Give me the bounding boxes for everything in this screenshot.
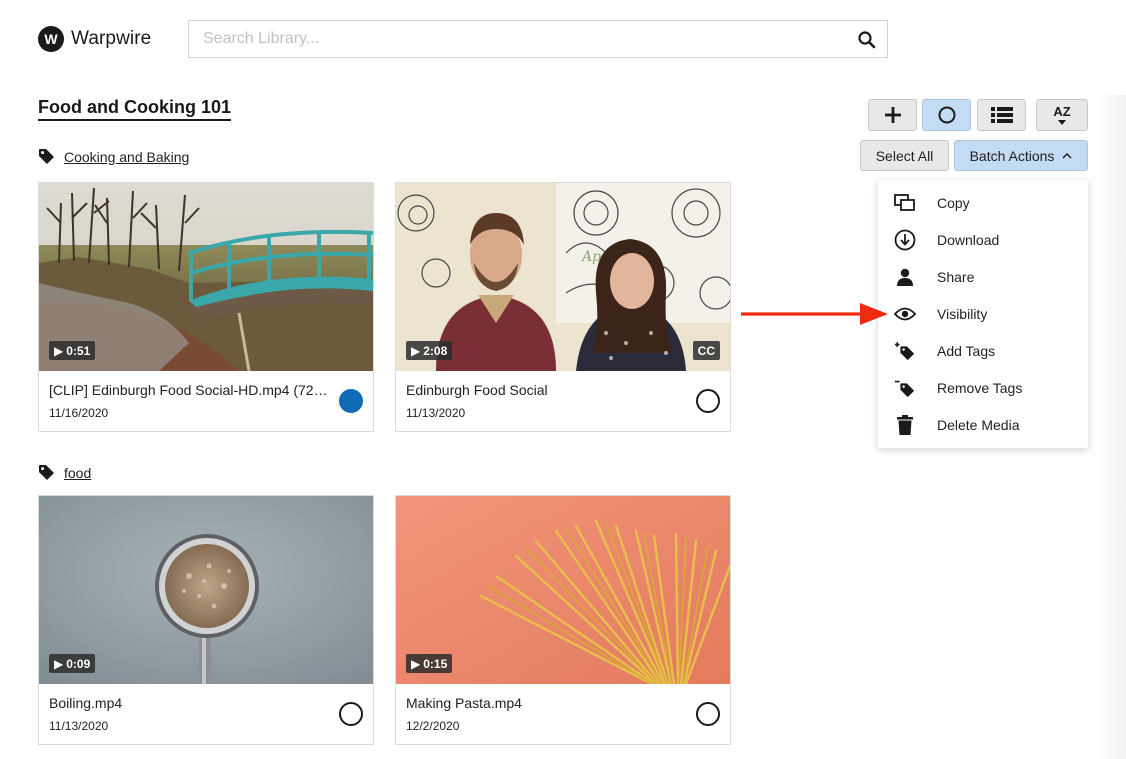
duration-text: 0:09 (66, 656, 91, 671)
closed-captions-badge: CC (692, 341, 720, 360)
media-date: 11/13/2020 (406, 406, 466, 420)
sort-button[interactable]: AZ (1036, 99, 1088, 131)
media-date: 12/2/2020 (406, 719, 460, 733)
tag-link[interactable]: food (64, 465, 91, 481)
eye-icon (894, 303, 916, 325)
select-checkbox[interactable] (339, 389, 363, 413)
video-thumbnail[interactable]: ▶ 0:51 (39, 183, 373, 371)
select-mode-button[interactable] (922, 99, 971, 131)
duration-text: 2:08 (423, 343, 448, 358)
annotation-arrow-icon (741, 303, 888, 325)
play-icon: ▶ (54, 656, 64, 671)
media-card[interactable]: ▶ 0:15 Making Pasta.mp4 12/2/2020 (395, 495, 731, 745)
play-icon: ▶ (54, 343, 64, 358)
menu-item-label: Delete Media (937, 416, 1020, 433)
menu-item-label: Download (937, 231, 1000, 248)
menu-item-share[interactable]: Share (878, 258, 1088, 295)
app-logo[interactable]: W Warpwire (38, 26, 151, 52)
batch-actions-menu: Copy Download Share Visibility Add Tags … (878, 180, 1088, 448)
select-checkbox[interactable] (339, 702, 363, 726)
play-icon: ▶ (411, 343, 421, 358)
remove-tag-icon (894, 377, 916, 399)
warpwire-logo-icon: W (38, 26, 64, 52)
menu-item-remove-tags[interactable]: Remove Tags (878, 369, 1088, 406)
duration-badge: ▶ 0:51 (49, 341, 96, 360)
select-checkbox[interactable] (696, 389, 720, 413)
duration-badge: ▶ 2:08 (406, 341, 453, 360)
video-thumbnail[interactable]: ▶ 0:15 (396, 496, 730, 684)
duration-text: 0:51 (66, 343, 91, 358)
menu-item-label: Add Tags (937, 342, 996, 359)
menu-item-delete-media[interactable]: Delete Media (878, 406, 1088, 443)
tag-icon (39, 149, 54, 164)
scroll-edge-shade (1098, 95, 1126, 759)
media-date: 11/16/2020 (49, 406, 109, 420)
media-card[interactable]: April ▶ 2:08 CC Edinburgh Food Social 11/… (395, 182, 731, 432)
media-title[interactable]: [CLIP] Edinburgh Food Social-HD.mp4 (720… (49, 382, 331, 398)
chevron-up-icon (1062, 153, 1072, 159)
menu-item-visibility[interactable]: Visibility (878, 295, 1088, 332)
menu-item-label: Visibility (937, 305, 988, 322)
person-icon (894, 266, 916, 288)
select-checkbox[interactable] (696, 702, 720, 726)
download-icon (894, 229, 916, 251)
plus-icon (884, 107, 901, 123)
menu-item-label: Share (937, 268, 975, 285)
menu-item-label: Copy (937, 194, 970, 211)
menu-item-download[interactable]: Download (878, 221, 1088, 258)
duration-text: 0:15 (423, 656, 448, 671)
media-title[interactable]: Boiling.mp4 (49, 695, 331, 711)
tag-header-cooking-and-baking: Cooking and Baking (38, 148, 189, 165)
add-media-button[interactable] (868, 99, 917, 131)
select-all-button[interactable]: Select All (860, 140, 949, 171)
list-view-button[interactable] (977, 99, 1026, 131)
menu-item-copy[interactable]: Copy (878, 184, 1088, 221)
media-card[interactable]: ▶ 0:51 [CLIP] Edinburgh Food Social-HD.mp… (38, 182, 374, 432)
search-input[interactable] (201, 21, 841, 57)
search-bar (188, 20, 888, 58)
circle-select-icon (938, 106, 955, 124)
list-view-icon (990, 107, 1013, 123)
search-icon[interactable] (857, 30, 877, 50)
app-name: Warpwire (71, 28, 152, 49)
svg-text:AZ: AZ (1053, 104, 1070, 119)
trash-icon (894, 414, 916, 436)
menu-item-label: Remove Tags (937, 379, 1023, 396)
video-thumbnail[interactable]: April ▶ 2:08 CC (396, 183, 730, 371)
batch-actions-button[interactable]: Batch Actions (954, 140, 1088, 171)
menu-item-add-tags[interactable]: Add Tags (878, 332, 1088, 369)
media-title[interactable]: Edinburgh Food Social (406, 382, 688, 398)
duration-badge: ▶ 0:09 (49, 654, 96, 673)
batch-actions-label: Batch Actions (969, 147, 1055, 164)
tag-link[interactable]: Cooking and Baking (64, 149, 189, 165)
copy-icon (894, 192, 916, 214)
sort-az-icon: AZ (1053, 104, 1071, 125)
page-title[interactable]: Food and Cooking 101 (38, 97, 232, 121)
add-tag-icon (894, 340, 916, 362)
media-card[interactable]: ▶ 0:09 Boiling.mp4 11/13/2020 (38, 495, 374, 745)
duration-badge: ▶ 0:15 (406, 654, 453, 673)
tag-header-food: food (38, 464, 91, 481)
tag-icon (39, 465, 54, 480)
media-date: 11/13/2020 (49, 719, 109, 733)
video-thumbnail[interactable]: ▶ 0:09 (39, 496, 373, 684)
play-icon: ▶ (411, 656, 421, 671)
media-title[interactable]: Making Pasta.mp4 (406, 695, 688, 711)
